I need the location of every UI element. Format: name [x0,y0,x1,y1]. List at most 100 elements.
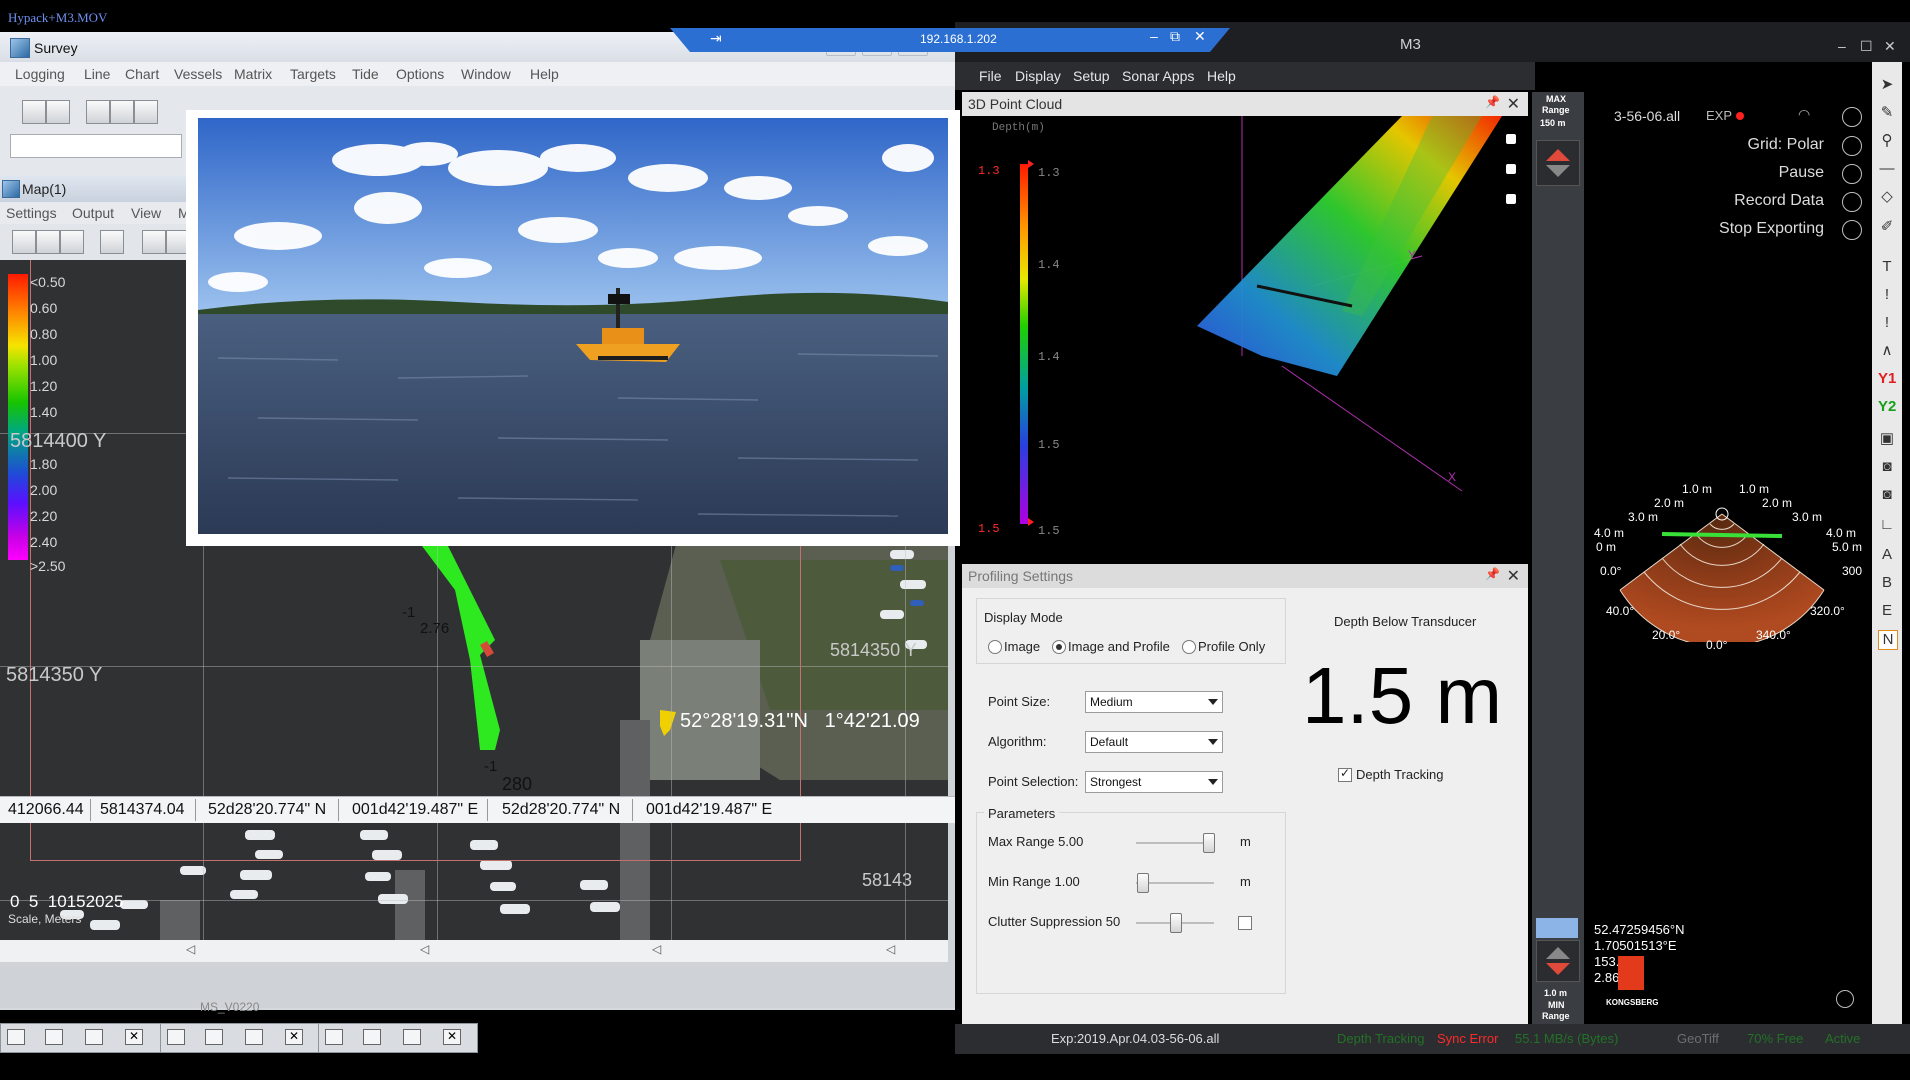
menu-help[interactable]: Help [530,66,559,82]
m3-menu-sonar-apps[interactable]: Sonar Apps [1122,68,1194,84]
menu-logging[interactable]: Logging [15,66,65,82]
radio-profile-only[interactable] [1182,640,1196,654]
marker-1-icon[interactable]: ! [1878,286,1896,304]
text-icon[interactable]: T [1878,258,1896,276]
m3-close-icon[interactable]: ✕ [1884,38,1896,55]
globe-icon[interactable] [1842,136,1862,156]
panel-pin-icon[interactable]: 📌 [1485,567,1500,581]
panel-pin-icon[interactable]: 📌 [1485,95,1500,109]
record-data-button[interactable]: Record Data [1734,192,1824,210]
pause-button[interactable]: Pause [1779,164,1824,182]
task-cascade-icon[interactable] [45,1029,63,1045]
point-size-select[interactable]: Medium [1085,691,1223,713]
record-tool-icon[interactable] [86,100,110,124]
target-tool-icon[interactable] [110,100,134,124]
radio-image[interactable] [988,640,1002,654]
depth-tracking-checkbox[interactable]: ✓ [1338,766,1352,782]
pointer-icon[interactable]: ➤ [1878,76,1896,94]
sonar-fan-image[interactable] [1592,482,1870,642]
display-mode-group [976,598,1286,664]
task-restore-icon[interactable] [7,1029,25,1045]
axis-icon[interactable]: ∟ [1878,516,1896,534]
task-close-icon[interactable]: ✕ [443,1029,461,1045]
zoom-out-icon[interactable] [60,230,84,254]
point-selection-select[interactable]: Strongest [1085,771,1223,793]
stop-icon[interactable] [1842,220,1862,240]
label-e-icon[interactable]: E [1878,602,1896,620]
legend-value: 0.60 [30,300,58,316]
measure-line-icon[interactable]: — [1878,160,1896,178]
radio-image-and-profile[interactable] [1052,640,1066,654]
menu-view[interactable]: View [131,205,161,221]
remote-close-icon[interactable]: ✕ [1194,28,1206,45]
remote-minimize-icon[interactable]: – [1150,28,1158,44]
menu-vessels[interactable]: Vessels [174,66,222,82]
m3-menu-help[interactable]: Help [1207,68,1236,84]
m3-menu-file[interactable]: File [979,68,1002,84]
point-cloud-view[interactable] [962,116,1528,558]
algorithm-select[interactable]: Default [1085,731,1223,753]
max-range-stepper[interactable] [1536,140,1580,186]
m3-minimize-icon[interactable]: – [1838,38,1846,54]
menu-window[interactable]: Window [461,66,511,82]
pause-icon[interactable] [1842,164,1862,184]
clutter-slider-handle[interactable] [1170,913,1182,933]
task-minimize-icon[interactable] [403,1029,421,1045]
panel-close-icon[interactable]: ✕ [1507,94,1520,114]
label-b-icon[interactable]: B [1878,574,1896,592]
stop-exporting-button[interactable]: Stop Exporting [1719,220,1824,238]
min-range-stepper[interactable] [1536,940,1580,982]
menu-settings[interactable]: Settings [6,205,57,221]
task-close-icon[interactable]: ✕ [125,1029,143,1045]
pin-icon[interactable]: ⇥ [710,30,722,47]
signal-icon[interactable] [1836,990,1854,1008]
camera-icon[interactable]: ◙ [1878,458,1896,476]
m3-menu-display[interactable]: Display [1015,68,1061,84]
task-cascade-icon[interactable] [205,1029,223,1045]
min-range-slider-handle[interactable] [1137,873,1150,893]
m3-maximize-icon[interactable]: ☐ [1860,38,1873,55]
zoom-icon[interactable]: ⚲ [1878,132,1896,150]
logging-tool-icon[interactable] [22,100,46,124]
image-icon[interactable]: ▣ [1878,430,1896,448]
y2-icon[interactable]: Y2 [1878,398,1896,416]
zoom-extents-icon[interactable] [12,230,36,254]
menu-targets[interactable]: Targets [290,66,336,82]
angle-icon[interactable]: ∧ [1878,342,1896,360]
remote-restore-icon[interactable]: ⧉ [1170,28,1180,45]
zoom-in-icon[interactable] [36,230,60,254]
line-tool-icon[interactable] [46,100,70,124]
record-icon[interactable] [1842,192,1862,212]
draw-icon[interactable]: ✐ [1878,218,1896,236]
mark-tool-icon[interactable] [134,100,158,124]
y1-icon[interactable]: Y1 [1878,370,1896,388]
task-cascade-icon[interactable] [363,1029,381,1045]
menu-line[interactable]: Line [84,66,110,82]
menu-output[interactable]: Output [72,205,114,221]
menu-options[interactable]: Options [396,66,444,82]
annotate-icon[interactable]: ✎ [1878,104,1896,122]
select-arrow-icon[interactable] [142,230,166,254]
menu-icon[interactable] [1842,107,1862,127]
menu-matrix[interactable]: Matrix [234,66,272,82]
task-close-icon[interactable]: ✕ [285,1029,303,1045]
print-icon[interactable] [100,230,124,254]
heading-readout: 153. [1594,954,1620,969]
menu-chart[interactable]: Chart [125,66,159,82]
m3-menu-setup[interactable]: Setup [1073,68,1110,84]
north-icon[interactable]: N [1878,630,1898,650]
marker-2-icon[interactable]: ! [1878,314,1896,332]
panel-close-icon[interactable]: ✕ [1507,566,1520,586]
range-control-bar: MAX Range 150 m 1.0 m MIN Range [1532,92,1584,1024]
task-restore-icon[interactable] [167,1029,185,1045]
task-minimize-icon[interactable] [245,1029,263,1045]
max-range-slider-handle[interactable] [1202,833,1215,853]
grid-polar-button[interactable]: Grid: Polar [1748,136,1824,154]
task-restore-icon[interactable] [325,1029,343,1045]
camera-2-icon[interactable]: ◙ [1878,486,1896,504]
clutter-checkbox[interactable] [1238,916,1252,930]
fill-icon[interactable]: ◇ [1878,188,1896,206]
task-minimize-icon[interactable] [85,1029,103,1045]
label-a-icon[interactable]: A [1878,546,1896,564]
menu-tide[interactable]: Tide [352,66,379,82]
